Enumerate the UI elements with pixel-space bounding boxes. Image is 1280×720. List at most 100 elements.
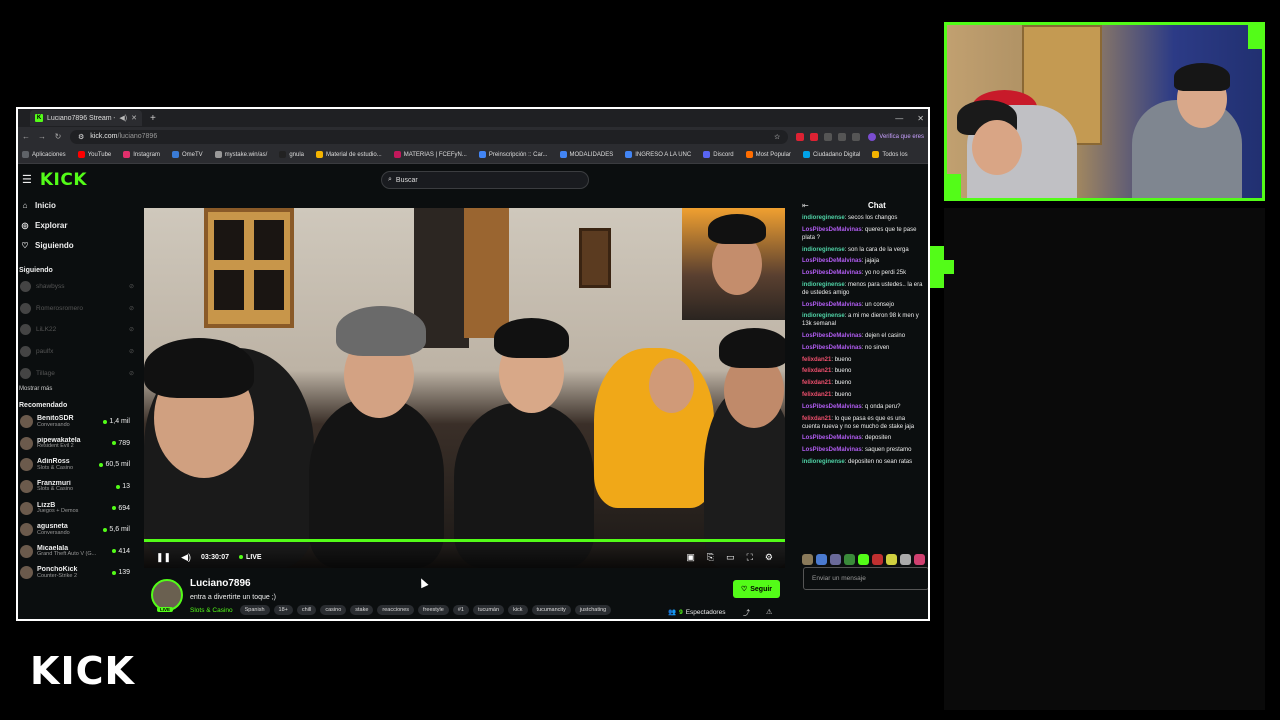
chat-username[interactable]: LosPibesDeMalvinas — [802, 333, 862, 339]
bookmark-item[interactable]: MODALIDADES — [559, 151, 613, 158]
bookmark-star-icon[interactable]: ☆ — [774, 133, 780, 141]
emote-icon[interactable] — [872, 554, 883, 565]
sidebar-item-inicio[interactable]: ⌂ Inicio — [18, 195, 134, 215]
video-player[interactable]: ❚❚ ◀) 03:30:07 LIVE ▣ ⎘ ▭ ⛶ ⚙ — [144, 208, 785, 568]
kick-logo[interactable]: KICK — [40, 170, 87, 190]
new-tab-icon[interactable]: + — [150, 113, 156, 124]
bookmark-item[interactable]: YouTube — [77, 151, 111, 158]
clip-icon[interactable]: ⎘ — [707, 552, 714, 563]
bookmark-item[interactable]: MATERIAS | FCEFyN... — [393, 151, 467, 158]
reload-icon[interactable]: ↻ — [54, 132, 62, 141]
recommended-item[interactable]: AdinRoss Slots & Casino 60,5 mil — [18, 454, 134, 476]
chat-username[interactable]: LosPibesDeMalvinas — [802, 302, 862, 308]
bookmark-item[interactable]: Instagram — [123, 151, 160, 158]
sidebar-item-explorar[interactable]: ◎ Explorar — [18, 215, 134, 235]
close-window-icon[interactable]: ✕ — [917, 114, 924, 123]
chat-username[interactable]: felixdan21 — [802, 368, 831, 374]
category-link[interactable]: Slots & Casino — [190, 607, 233, 614]
bookmark-item[interactable]: Todos los — [872, 151, 908, 158]
emote-icon[interactable] — [816, 554, 827, 565]
emote-icon[interactable] — [886, 554, 897, 565]
following-item[interactable]: paulfx ⊘ — [18, 341, 134, 363]
fullscreen-icon[interactable]: ⛶ — [747, 552, 753, 563]
back-icon[interactable]: ← — [22, 132, 30, 141]
progress-bar[interactable] — [144, 539, 785, 542]
tag-chip[interactable]: tucumancity — [531, 605, 571, 615]
follow-button[interactable]: ♡ Seguir — [733, 580, 780, 598]
chat-username[interactable]: felixdan21 — [802, 380, 831, 386]
following-item[interactable]: Tillage ⊘ — [18, 362, 134, 384]
chat-username[interactable]: felixdan21 — [802, 392, 831, 398]
emote-icon[interactable] — [914, 554, 925, 565]
tag-chip[interactable]: tucumán — [472, 605, 505, 615]
share-icon[interactable]: ⤴ — [743, 608, 750, 618]
emote-icon[interactable] — [830, 554, 841, 565]
emote-icon[interactable] — [900, 554, 911, 565]
bookmark-item[interactable]: Preinscripción :: Car... — [478, 151, 548, 158]
chat-username[interactable]: LosPibesDeMalvinas — [802, 270, 862, 276]
settings-gear-icon[interactable]: ⚙ — [765, 552, 773, 563]
tag-chip[interactable]: justchating — [574, 605, 612, 615]
chat-username[interactable]: LosPibesDeMalvinas — [802, 447, 862, 453]
minimize-icon[interactable]: — — [895, 114, 903, 123]
site-info-icon[interactable]: ⚙ — [78, 133, 84, 141]
menu-icon[interactable]: ☰ — [22, 173, 32, 186]
following-item[interactable]: shawbyss ⊘ — [18, 276, 134, 298]
tag-chip[interactable]: kick — [508, 605, 528, 615]
emote-icon[interactable] — [858, 554, 869, 565]
chat-username[interactable]: LosPibesDeMalvinas — [802, 345, 862, 351]
bookmark-item[interactable]: Ciudadano Digital — [802, 151, 860, 158]
bookmark-item[interactable]: Discord — [703, 151, 734, 158]
volume-icon[interactable]: ◀) — [181, 552, 191, 563]
chat-username[interactable]: indioreginense — [802, 313, 845, 319]
recommended-item[interactable]: LizzB Juegos + Demos 694 — [18, 497, 134, 519]
chat-username[interactable]: felixdan21 — [802, 416, 831, 422]
url-field[interactable]: ⚙ kick.com/luciano7896 ☆ — [70, 129, 789, 144]
following-item[interactable]: LiLK22 ⊘ — [18, 319, 134, 341]
chat-username[interactable]: LosPibesDeMalvinas — [802, 258, 862, 264]
tag-chip[interactable]: 18+ — [273, 605, 293, 615]
emote-icon[interactable] — [802, 554, 813, 565]
bookmark-item[interactable]: Aplicaciones — [22, 151, 66, 158]
profile-button[interactable]: Verifica que eres — [868, 132, 924, 141]
theater-mode-icon[interactable]: ▭ — [726, 552, 735, 563]
search-input[interactable]: ⌕ Buscar — [381, 171, 589, 189]
recommended-item[interactable]: PonchoKick Counter-Strike 2 139 — [18, 562, 134, 584]
tag-chip[interactable]: Spanish — [239, 605, 270, 615]
chat-username[interactable]: indioreginense — [802, 282, 845, 288]
extension-icon[interactable] — [796, 132, 805, 141]
recommended-item[interactable]: pipewakatela Resident Evil 2 789 — [18, 433, 134, 455]
extension-icon[interactable] — [838, 132, 847, 141]
streamer-name[interactable]: Luciano7896 — [190, 578, 251, 589]
bookmark-item[interactable]: gnula — [279, 151, 304, 158]
forward-icon[interactable]: → — [38, 132, 46, 141]
recommended-item[interactable]: BenitoSDR Conversando 1,4 mil — [18, 411, 134, 433]
tag-chip[interactable]: reacciones — [377, 605, 415, 615]
extension-icon[interactable] — [824, 132, 833, 141]
emote-icon[interactable] — [928, 554, 930, 565]
collapse-chat-icon[interactable]: ⇤ — [802, 201, 809, 210]
tag-chip[interactable]: #1 — [452, 605, 469, 615]
pip-icon[interactable]: ▣ — [686, 552, 695, 563]
bookmark-item[interactable]: mystake.win/as/ — [214, 151, 267, 158]
recommended-item[interactable]: agusneta Conversando 5,6 mil — [18, 519, 134, 541]
recommended-item[interactable]: Micaelala Grand Theft Auto V (G... 414 — [18, 541, 134, 563]
tag-chip[interactable]: chill — [296, 605, 317, 615]
chat-username[interactable]: LosPibesDeMalvinas — [802, 227, 862, 233]
emote-icon[interactable] — [844, 554, 855, 565]
chat-username[interactable]: felixdan21 — [802, 357, 831, 363]
chat-input[interactable]: Enviar un mensaje — [803, 567, 928, 590]
chat-username[interactable]: LosPibesDeMalvinas — [802, 435, 862, 441]
pause-icon[interactable]: ❚❚ — [156, 552, 171, 563]
recommended-item[interactable]: Franzmuri Slots & Casino 13 — [18, 476, 134, 498]
sidebar-item-siguiendo[interactable]: ♡ Siguiendo — [18, 235, 134, 255]
browser-tab[interactable]: K Luciano7896 Stream - Watc ◀) ✕ — [30, 110, 142, 126]
show-more-link[interactable]: Mostrar más — [18, 386, 134, 392]
tag-chip[interactable]: casino — [320, 605, 347, 615]
chat-username[interactable]: indioreginense — [802, 215, 845, 221]
extension-icon[interactable] — [810, 132, 819, 141]
chat-username[interactable]: indioreginense — [802, 247, 845, 253]
bookmark-item[interactable]: Most Popular — [745, 151, 791, 158]
audio-icon[interactable]: ◀) — [119, 114, 127, 122]
tag-chip[interactable]: stake — [350, 605, 374, 615]
